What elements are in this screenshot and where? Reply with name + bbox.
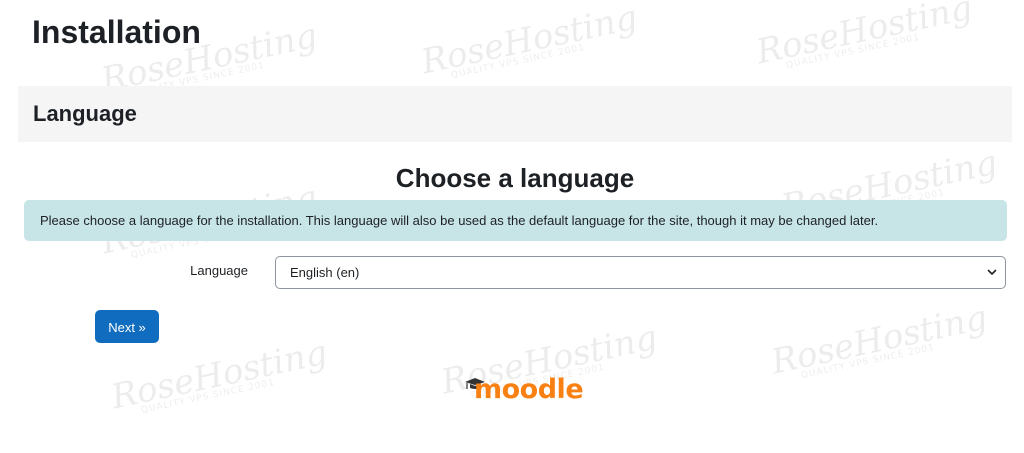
watermark-tagline: QUALITY VPS SINCE 2001	[450, 42, 586, 81]
moodle-logo-text: moodle	[474, 374, 584, 405]
watermark: RoseHosting QUALITY VPS SINCE 2001	[768, 298, 992, 387]
language-select[interactable]: English (en)	[275, 256, 1006, 289]
watermark-tagline: QUALITY VPS SINCE 2001	[140, 377, 276, 416]
section-header: Language	[18, 86, 1012, 142]
watermark-tagline: QUALITY VPS SINCE 2001	[800, 342, 936, 381]
watermark: RoseHosting QUALITY VPS SINCE 2001	[108, 333, 332, 422]
watermark: RoseHosting QUALITY VPS SINCE 2001	[753, 0, 977, 76]
watermark-brand: RoseHosting	[417, 0, 641, 83]
watermark-brand: RoseHosting	[107, 332, 331, 418]
section-title: Language	[33, 101, 137, 126]
chevron-down-icon	[987, 269, 997, 275]
next-button[interactable]: Next »	[95, 310, 159, 343]
watermark-brand: RoseHosting	[752, 0, 976, 73]
page-title: Installation	[32, 14, 201, 50]
watermark-brand: RoseHosting	[767, 297, 991, 383]
watermark-tagline: QUALITY VPS SINCE 2001	[785, 32, 921, 71]
info-notice: Please choose a language for the install…	[24, 200, 1007, 241]
choose-language-heading: Choose a language	[395, 163, 635, 193]
language-label: Language	[190, 263, 248, 278]
watermark: RoseHosting QUALITY VPS SINCE 2001	[418, 0, 642, 86]
language-select-value: English (en)	[290, 265, 360, 280]
